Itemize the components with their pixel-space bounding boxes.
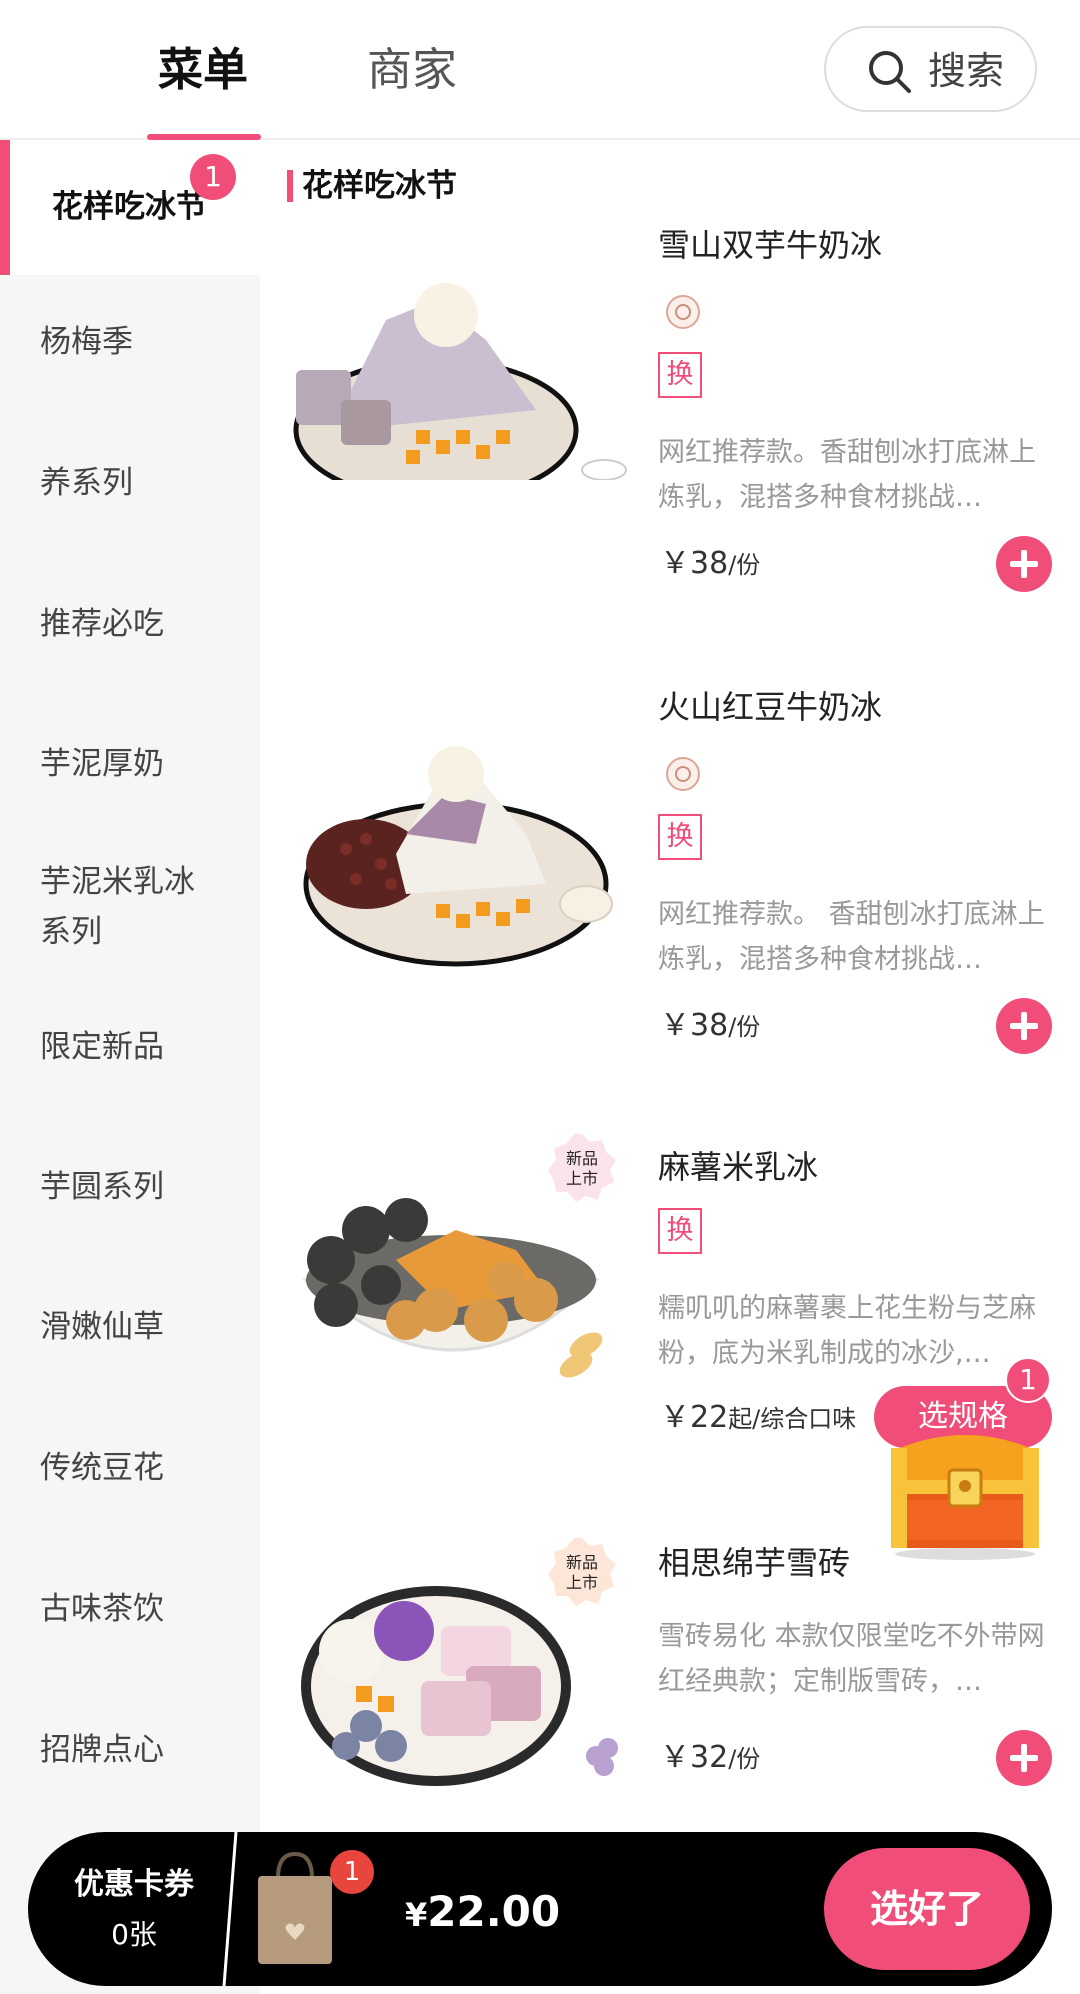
svg-text:上市: 上市 [566, 1169, 598, 1188]
tab-menu[interactable]: 菜单 [158, 40, 248, 100]
exchange-tag: 换 [658, 352, 702, 398]
price-unit: /份 [728, 1745, 761, 1773]
sidebar-item-label: 养系列 [40, 465, 133, 501]
confirm-selection-button[interactable]: 选好了 [824, 1848, 1030, 1970]
search-label: 搜索 [928, 49, 1005, 93]
product-image [293, 283, 627, 480]
svg-text:上市: 上市 [566, 1573, 598, 1592]
add-to-cart-button[interactable] [996, 998, 1052, 1054]
sidebar-item-tea[interactable]: 古味茶饮 [0, 1542, 260, 1677]
section-title: 花样吃冰节 [302, 168, 457, 204]
new-product-badge: 新品 上市 [548, 1134, 616, 1202]
item-description: 网红推荐款。 香甜刨冰打底淋上炼乳，混搭多种食材挑战… [658, 899, 1045, 975]
item-name: 雪山双芋牛奶冰 [658, 230, 883, 264]
product-image [301, 1586, 618, 1786]
price-value: ￥22 [660, 1400, 729, 1435]
sidebar-item-label: 古味茶饮 [40, 1591, 164, 1627]
currency-symbol: ¥ [405, 1896, 428, 1934]
sidebar-item-label: 芋圆系列 [40, 1169, 164, 1205]
cart-count-badge: 1 [330, 1850, 374, 1894]
sidebar-item-label: 杨梅季 [40, 324, 133, 360]
coupon-title[interactable]: 优惠卡券 [72, 1863, 196, 1907]
search-icon [869, 51, 911, 93]
brand-stamp-icon [666, 295, 700, 329]
product-image [302, 1198, 603, 1378]
sidebar-item-ice-festival[interactable]: 花样吃冰节 1 [0, 140, 260, 275]
item-price: ￥38/份 [660, 1004, 760, 1049]
sidebar-item-label: 芋泥厚奶 [40, 746, 164, 782]
menu-item[interactable]: 火山红豆牛奶冰 换 网红推荐款。 香甜刨冰打底淋上炼乳，混搭多种食材挑战… ￥3… [280, 680, 1080, 1100]
menu-item[interactable]: 雪山双芋牛奶冰 换 网红推荐款。香甜刨冰打底淋上炼乳，混搭多种食材挑战… ￥38… [280, 230, 1080, 610]
item-name: 火山红豆牛奶冰 [658, 688, 883, 726]
coupon-count: 0张 [111, 1918, 157, 1951]
tab-merchant[interactable]: 商家 [367, 40, 457, 100]
price-unit: /份 [728, 551, 761, 579]
total-price: ¥22.00 [405, 1882, 560, 1945]
app-page: 菜单 商家 搜索 花样吃冰节 1 杨梅季 养系列 推荐必吃 芋泥厚奶 芋泥米乳冰… [0, 0, 1080, 1994]
sidebar-item-recommended[interactable]: 推荐必吃 [0, 557, 260, 692]
treasure-count-badge: 1 [1005, 1357, 1051, 1403]
menu-item[interactable]: 新品 上市 相思绵芋雪砖 雪砖易化 本款仅限堂吃不外带网红经典款；定制版雪砖，…… [280, 1530, 1080, 1820]
product-image [303, 746, 613, 967]
top-header: 菜单 商家 搜索 [0, 0, 1080, 140]
brand-stamp-icon [666, 757, 700, 791]
sidebar-item-label: 推荐必吃 [40, 606, 164, 642]
sidebar-item-label: 芋泥米乳冰系列 [40, 864, 195, 950]
item-price: ￥38/份 [660, 542, 760, 587]
sidebar-item-label: 招牌点心 [40, 1732, 164, 1768]
price-value: ￥38 [660, 546, 729, 581]
item-price: ￥32/份 [660, 1736, 760, 1781]
category-count-badge: 1 [190, 154, 236, 200]
add-to-cart-button[interactable] [996, 536, 1052, 592]
section-title-bar [287, 170, 293, 202]
search-button[interactable]: 搜索 [824, 26, 1037, 112]
price-unit: /份 [728, 1013, 761, 1041]
item-price: ￥22起/综合口味 [660, 1396, 856, 1441]
sidebar-item-bayberry[interactable]: 杨梅季 [0, 275, 260, 410]
sidebar-item-snacks[interactable]: 招牌点心 [0, 1683, 260, 1818]
sidebar-item-limited-new[interactable]: 限定新品 [0, 980, 260, 1115]
svg-text:新品: 新品 [566, 1149, 598, 1168]
add-to-cart-button[interactable] [996, 1730, 1052, 1786]
sidebar-item-grass-jelly[interactable]: 滑嫩仙草 [0, 1260, 260, 1395]
item-description: 糯叽叽的麻薯裹上花生粉与芝麻粉，底为米乳制成的冰沙,… [658, 1293, 1036, 1369]
sidebar-item-label: 限定新品 [40, 1029, 164, 1065]
sidebar-item-tofu-pudding[interactable]: 传统豆花 [0, 1401, 260, 1536]
sidebar-item-label: 传统豆花 [40, 1450, 164, 1486]
price-unit: 起/综合口味 [728, 1405, 857, 1433]
sidebar-item-label: 花样吃冰节 [52, 189, 207, 225]
exchange-tag: 换 [658, 814, 702, 860]
item-description: 网红推荐款。香甜刨冰打底淋上炼乳，混搭多种食材挑战… [658, 437, 1036, 513]
price-value: ￥38 [660, 1008, 729, 1043]
sidebar-item-taro-rice-ice[interactable]: 芋泥米乳冰系列 [0, 837, 260, 987]
sidebar-item-label: 滑嫩仙草 [40, 1309, 164, 1345]
exchange-tag: 换 [658, 1208, 702, 1254]
category-sidebar: 花样吃冰节 1 杨梅季 养系列 推荐必吃 芋泥厚奶 芋泥米乳冰系列 限定新品 芋… [0, 140, 260, 1994]
svg-text:新品: 新品 [566, 1553, 598, 1572]
treasure-chest-icon[interactable] [885, 1430, 1045, 1560]
item-name: 麻薯米乳冰 [658, 1148, 819, 1186]
shopping-bag-icon[interactable] [250, 1848, 340, 1968]
sidebar-item-taro-ball[interactable]: 芋圆系列 [0, 1120, 260, 1255]
item-description: 雪砖易化 本款仅限堂吃不外带网红经典款；定制版雪砖，… [658, 1621, 1045, 1697]
slanted-divider [222, 1831, 238, 1987]
new-product-badge: 新品 上市 [548, 1538, 616, 1606]
total-amount: 22.00 [427, 1887, 561, 1936]
price-value: ￥32 [660, 1740, 729, 1775]
sidebar-item-health-series[interactable]: 养系列 [0, 416, 260, 551]
sidebar-item-taro-milk[interactable]: 芋泥厚奶 [0, 697, 260, 832]
active-category-bar [0, 140, 10, 275]
item-name: 相思绵芋雪砖 [658, 1544, 851, 1582]
